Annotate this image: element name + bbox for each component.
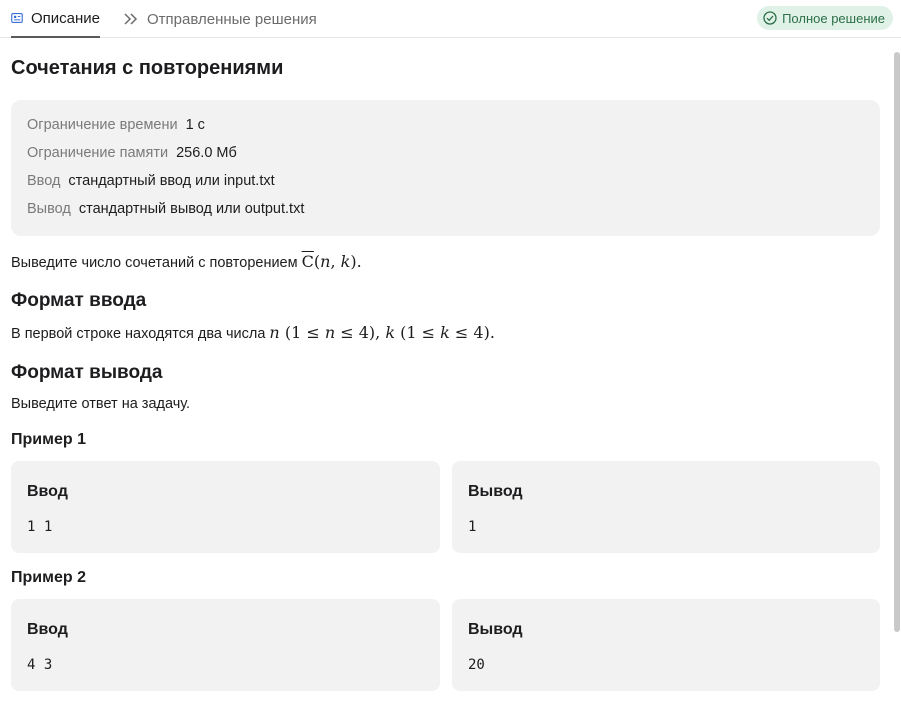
limit-value: стандартный вывод или output.txt — [78, 201, 305, 217]
tab-description[interactable]: Описание — [11, 0, 100, 38]
limit-output: Вывод стандартный вывод или output.txt — [27, 201, 304, 217]
limit-value: 256.0 Мб — [176, 145, 237, 161]
limits-card: Ограничение времени 1 с Ограничение памят… — [11, 100, 880, 236]
example-input-value[interactable]: 1 1 — [27, 519, 52, 535]
limit-label: Вывод — [27, 201, 71, 217]
example-input-label: Ввод — [27, 483, 68, 500]
example-title: Пример 2 — [11, 569, 86, 586]
problem-title: Сочетания с повторениями — [11, 57, 284, 79]
double-chevron-icon — [124, 13, 138, 25]
limit-label: Ограничение памяти — [27, 145, 169, 161]
statement-math: C(n, k). — [301, 252, 362, 271]
status-badge: Полное решение — [757, 6, 893, 30]
top-bar: Описание Отправленные решения Полное реш… — [0, 0, 901, 38]
scrollbar[interactable] — [894, 52, 900, 632]
status-badge-label: Полное решение — [782, 10, 885, 26]
output-format-heading: Формат вывода — [11, 362, 163, 383]
check-circle-icon — [763, 11, 777, 25]
example-output-card: Вывод 1 — [452, 461, 880, 553]
example-output-label: Вывод — [468, 621, 523, 638]
tab-description-label: Описание — [30, 9, 100, 27]
example-output-value[interactable]: 1 — [468, 519, 476, 535]
input-format-text: В первой строке находятся два числа n (1… — [11, 323, 495, 342]
limit-time: Ограничение времени 1 с — [27, 117, 205, 133]
input-format-sentence: В первой строке находятся два числа — [11, 326, 266, 342]
example-output-card: Вывод 20 — [452, 599, 880, 691]
example-title: Пример 1 — [11, 431, 86, 448]
tab-submissions-label: Отправленные решения — [147, 10, 317, 28]
limit-label: Ввод — [27, 173, 61, 189]
input-format-math: n (1 ≤ n ≤ 4), k (1 ≤ k ≤ 4). — [269, 323, 495, 342]
input-format-heading: Формат ввода — [11, 290, 147, 311]
limit-value: 1 с — [185, 117, 205, 133]
example-input-value[interactable]: 4 3 — [27, 657, 52, 673]
example-input-card: Ввод 1 1 — [11, 461, 440, 553]
description-icon — [11, 12, 23, 24]
example-output-label: Вывод — [468, 483, 523, 500]
tab-submissions[interactable]: Отправленные решения — [123, 0, 317, 38]
limit-label: Ограничение времени — [27, 117, 178, 133]
combinations-symbol: C — [301, 252, 314, 271]
limit-input: Ввод стандартный ввод или input.txt — [27, 173, 275, 189]
example-input-label: Ввод — [27, 621, 68, 638]
limit-memory: Ограничение памяти 256.0 Мб — [27, 145, 237, 161]
statement: Выведите число сочетаний с повторением C… — [11, 252, 362, 271]
output-format-text: Выведите ответ на задачу. — [11, 396, 191, 412]
statement-text: Выведите число сочетаний с повторением — [11, 255, 298, 271]
limit-value: стандартный ввод или input.txt — [68, 173, 275, 189]
example-input-card: Ввод 4 3 — [11, 599, 440, 691]
example-output-value[interactable]: 20 — [468, 657, 485, 673]
